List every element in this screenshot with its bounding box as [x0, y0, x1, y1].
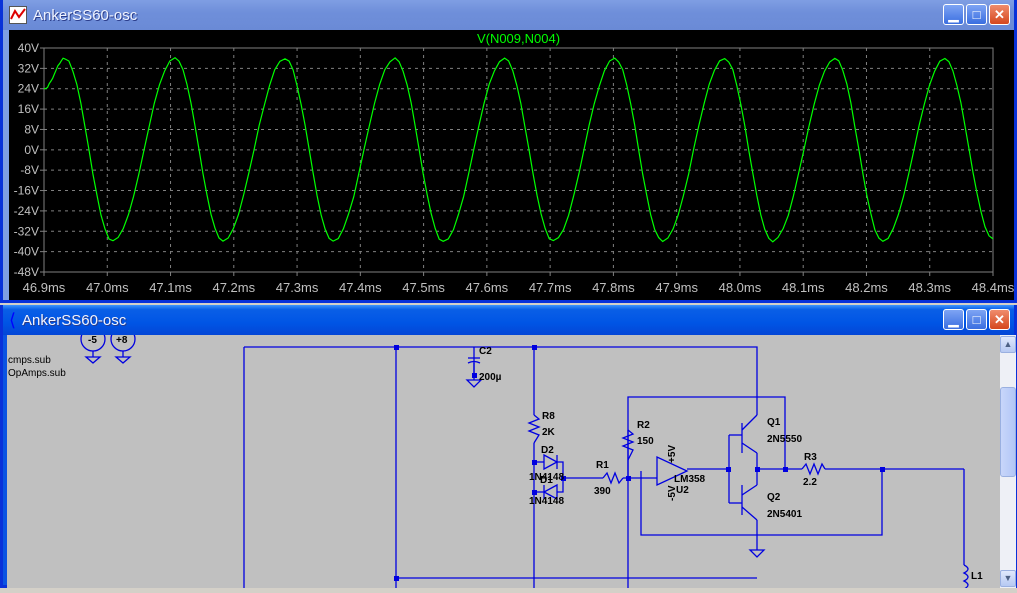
minimize-button[interactable]: ▁	[943, 309, 964, 330]
waveform-plot[interactable]: 40V 32V 24V 16V 8V 0V -8V -16V -24V -32V -40V -48V 4…	[9, 30, 1014, 300]
y-tick-label: -24V	[14, 204, 39, 218]
minimize-button[interactable]: ▁	[943, 4, 964, 25]
c2-value: 200µ	[479, 372, 502, 383]
directive: cmps.sub	[8, 355, 51, 366]
x-tick-label: 47.3ms	[276, 280, 319, 295]
d1-value: 1N4148	[529, 496, 564, 507]
source-label: -5	[88, 335, 97, 346]
r2-name: R2	[637, 420, 650, 431]
u2-vneg: -5V	[667, 485, 678, 501]
x-tick-label: 47.1ms	[149, 280, 192, 295]
scroll-thumb[interactable]	[1000, 387, 1016, 477]
r1-name: R1	[596, 460, 609, 471]
chart-title: V(N009,N004)	[477, 31, 560, 46]
waveform-icon	[9, 6, 27, 24]
plot-titlebar[interactable]: AnkerSS60-osc ▁ □ ✕	[3, 0, 1014, 30]
d1-name: D1	[540, 475, 553, 486]
r8-value: 2K	[542, 427, 556, 438]
x-tick-label: 47.5ms	[402, 280, 445, 295]
x-tick-label: 48.4ms	[972, 280, 1014, 295]
y-tick-label: 32V	[18, 61, 39, 75]
x-tick-label: 48.0ms	[719, 280, 762, 295]
y-tick-label: 40V	[18, 41, 39, 55]
schematic-canvas[interactable]: cmps.sub OpAmps.sub -5 +8 C2 200µ R8 2K …	[7, 335, 1000, 588]
plot-svg: 40V32V24V16V8V0V-8V-16V-24V-32V-40V-48V4…	[9, 30, 1014, 300]
q2-name: Q2	[767, 492, 781, 503]
y-tick-label: -40V	[14, 245, 39, 259]
y-tick-label: 0V	[24, 143, 39, 157]
x-tick-label: 46.9ms	[23, 280, 66, 295]
window-title: AnkerSS60-osc	[22, 312, 126, 329]
vertical-scrollbar[interactable]: ▲ ▼	[1000, 335, 1016, 588]
x-tick-label: 48.2ms	[845, 280, 888, 295]
y-tick-label: 24V	[18, 82, 39, 96]
source-label: +8	[116, 335, 128, 346]
u2-vpos: +5V	[667, 445, 678, 463]
y-tick-label: -16V	[14, 184, 39, 198]
scroll-up-button[interactable]: ▲	[1000, 336, 1016, 353]
window-title: AnkerSS60-osc	[33, 7, 137, 24]
x-tick-label: 48.1ms	[782, 280, 825, 295]
x-tick-label: 48.3ms	[908, 280, 951, 295]
directive: OpAmps.sub	[8, 368, 66, 379]
wires	[81, 335, 968, 588]
q1-value: 2N5550	[767, 434, 802, 445]
close-button[interactable]: ✕	[989, 309, 1010, 330]
plot-window: AnkerSS60-osc ▁ □ ✕ 40V 32V 24V 16V 8V 0V -8V -…	[0, 0, 1017, 303]
x-tick-label: 47.8ms	[592, 280, 635, 295]
x-tick-label: 47.0ms	[86, 280, 129, 295]
r3-name: R3	[804, 452, 817, 463]
maximize-button[interactable]: □	[966, 4, 987, 25]
x-tick-label: 47.6ms	[466, 280, 509, 295]
y-tick-label: -48V	[14, 265, 39, 279]
q2-value: 2N5401	[767, 509, 802, 520]
schematic-svg: cmps.sub OpAmps.sub -5 +8 C2 200µ R8 2K …	[7, 335, 1000, 588]
x-tick-label: 47.2ms	[212, 280, 255, 295]
scroll-down-button[interactable]: ▼	[1000, 570, 1016, 587]
l1-name: L1	[971, 571, 983, 582]
schematic-window: ⟨ AnkerSS60-osc ▁ □ ✕ cmps.sub OpAmps.su…	[0, 305, 1017, 588]
u2-value: LM358	[674, 474, 706, 485]
r8-name: R8	[542, 411, 555, 422]
c2-name: C2	[479, 346, 492, 357]
r1-value: 390	[594, 486, 611, 497]
x-tick-label: 47.7ms	[529, 280, 572, 295]
d2-name: D2	[541, 445, 554, 456]
x-tick-label: 47.9ms	[655, 280, 698, 295]
r2-value: 150	[637, 436, 654, 447]
y-tick-label: 16V	[18, 102, 39, 116]
y-tick-label: -32V	[14, 224, 39, 238]
close-button[interactable]: ✕	[989, 4, 1010, 25]
schematic-titlebar[interactable]: ⟨ AnkerSS60-osc ▁ □ ✕	[3, 305, 1014, 335]
r3-value: 2.2	[803, 477, 817, 488]
schematic-icon: ⟨	[9, 310, 16, 331]
y-tick-label: -8V	[20, 163, 39, 177]
x-tick-label: 47.4ms	[339, 280, 382, 295]
q1-name: Q1	[767, 417, 781, 428]
y-tick-label: 8V	[24, 122, 39, 136]
maximize-button[interactable]: □	[966, 309, 987, 330]
